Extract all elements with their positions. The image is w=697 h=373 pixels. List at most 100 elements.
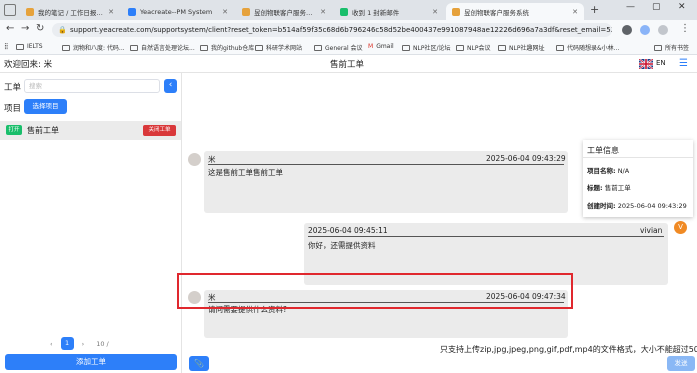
message-bubble: 米 2025-06-04 09:43:29 这是售前工单售前工单: [204, 151, 568, 213]
agent-avatar: V: [674, 221, 687, 234]
divider: [583, 157, 693, 158]
minimize-icon[interactable]: —: [626, 2, 635, 12]
window-menu-icon[interactable]: [4, 4, 16, 16]
forward-icon[interactable]: →: [21, 23, 29, 34]
close-ticket-button[interactable]: 关闭工单: [143, 125, 176, 136]
url-text: support.yeacreate.com/supportsystem/clie…: [70, 26, 612, 34]
paperclip-icon: 📎: [194, 359, 204, 368]
back-icon[interactable]: ←: [6, 23, 14, 34]
message-text: 这是售前工单售前工单: [208, 168, 283, 177]
message-time: 2025-06-04 09:45:11: [308, 226, 388, 235]
bookmark-item[interactable]: M Gmail: [368, 43, 394, 50]
tab-favicon-icon: [452, 7, 460, 16]
info-created: 创建时间: 2025-06-04 09:43:29: [587, 200, 687, 210]
select-project-button[interactable]: 选择项目: [24, 99, 67, 114]
apps-grid-icon[interactable]: ⣿: [4, 43, 8, 50]
ticket-name: 售前工单: [27, 126, 59, 135]
bookmark-label: 科研学术网站: [266, 45, 303, 52]
close-window-icon[interactable]: ✕: [678, 2, 686, 12]
chat-area: 米 2025-06-04 09:43:29 这是售前工单售前工单 2025-06…: [182, 73, 697, 373]
bookmark-item[interactable]: NLP社区/论坛: [402, 43, 450, 52]
search-input[interactable]: 搜索: [24, 79, 160, 93]
upload-hint: 只支持上传zip,jpg,jpeg,png,gif,pdf,mp4的文件格式，大…: [440, 345, 697, 354]
bookmark-label: General 会议: [325, 45, 363, 52]
bookmark-label: IELTS: [27, 43, 43, 50]
message-highlight-box: [177, 273, 573, 309]
folder-icon: [402, 44, 410, 51]
attach-file-button[interactable]: 📎: [189, 356, 209, 371]
bookmark-item[interactable]: NLP社趣网址: [498, 43, 544, 52]
browser-tab[interactable]: 昱创物联客户服务系统 ✕: [236, 3, 332, 20]
browser-tab-bar: 我的笔记 / 工作日报 / 工作归档 ✕ Yeacreate--PM Syste…: [0, 0, 697, 20]
url-field[interactable]: 🔒 support.yeacreate.com/supportsystem/cl…: [52, 23, 612, 37]
prev-page-icon[interactable]: ‹: [50, 340, 53, 348]
tab-close-icon[interactable]: ✕: [222, 8, 228, 16]
folder-icon: [130, 44, 138, 51]
bookmark-item[interactable]: 科研学术网站: [255, 43, 302, 52]
ticket-list-item[interactable]: 打开 售前工单 关闭工单: [0, 121, 181, 140]
send-button[interactable]: 发送: [667, 356, 695, 371]
tab-favicon-icon: [340, 7, 348, 16]
sidebar: 工单 搜索 ‹ 项目 选择项目 打开 售前工单 关闭工单 ‹ 1 › 10 / …: [0, 73, 182, 373]
project-label: 项目: [4, 104, 22, 114]
reload-icon[interactable]: ↻: [36, 23, 44, 34]
folder-icon: [654, 44, 662, 51]
page-size-select[interactable]: 10 /: [96, 340, 109, 348]
info-value: 售前工单: [604, 184, 631, 192]
tab-close-icon[interactable]: ✕: [572, 8, 578, 16]
browser-menu-icon[interactable]: ⋮: [680, 23, 690, 34]
new-tab-icon[interactable]: +: [590, 3, 599, 16]
next-page-icon[interactable]: ›: [82, 340, 85, 348]
address-bar-row: ← → ↻ 🔒 support.yeacreate.com/supportsys…: [0, 20, 697, 40]
support-app: 欢迎回来: 米 售前工单 EN ☰ 工单 搜索 ‹ 项目 选择项目 打开 售前工…: [0, 55, 697, 373]
browser-tab[interactable]: Yeacreate--PM System ✕: [122, 3, 234, 20]
tab-title: 昱创物联客户服务系统: [254, 8, 317, 17]
tab-favicon-icon: [128, 7, 136, 16]
extension-icon[interactable]: [640, 25, 650, 35]
bookmark-item[interactable]: 润物和八度: 代码...: [62, 43, 125, 52]
message-time: 2025-06-04 09:43:29: [486, 154, 566, 163]
tab-close-icon[interactable]: ✕: [108, 8, 114, 16]
message-divider: [208, 164, 564, 165]
bookmark-item[interactable]: General 会议: [314, 43, 363, 52]
chevron-left-icon: ‹: [168, 80, 173, 90]
add-ticket-button[interactable]: 添加工单: [5, 354, 177, 370]
browser-tab[interactable]: 我的笔记 / 工作日报 / 工作归档 ✕: [20, 3, 120, 20]
language-label[interactable]: EN: [656, 59, 666, 67]
browser-tab[interactable]: 收到 1 封新邮件 ✕: [334, 3, 444, 20]
browser-tab-active[interactable]: 昱创物联客户服务系统 ✕: [446, 3, 584, 20]
info-key: 项目名称:: [587, 167, 616, 175]
tab-close-icon[interactable]: ✕: [320, 8, 326, 16]
gmail-icon: M: [368, 43, 374, 50]
all-bookmarks[interactable]: 所有书签: [654, 43, 689, 52]
uk-flag-icon[interactable]: [639, 59, 653, 69]
tab-close-icon[interactable]: ✕: [432, 8, 438, 16]
info-value: 2025-06-04 09:43:29: [617, 202, 687, 210]
bookmark-label: NLP会议: [467, 45, 491, 52]
info-key: 标题:: [587, 184, 603, 192]
tab-title: 我的笔记 / 工作日报 / 工作归档: [38, 8, 104, 17]
lock-icon: 🔒: [58, 26, 67, 34]
status-badge: 打开: [6, 125, 22, 135]
bookmark-item[interactable]: IELTS: [16, 43, 43, 50]
folder-icon: [498, 44, 506, 51]
bookmark-label: Gmail: [376, 43, 394, 50]
tab-title: 昱创物联客户服务系统: [464, 8, 529, 17]
bookmark-item[interactable]: NLP会议: [456, 43, 490, 52]
collapse-sidebar-button[interactable]: ‹: [164, 79, 177, 93]
tab-favicon-icon: [242, 7, 250, 16]
info-title: 工单信息: [587, 146, 619, 155]
pagination: ‹ 1 › 10 /: [50, 337, 109, 350]
current-page[interactable]: 1: [60, 337, 74, 350]
info-project: 项目名称: N/A: [587, 165, 629, 175]
bookmark-item[interactable]: 代码随想录&小林...: [556, 43, 619, 52]
bookmark-item[interactable]: 自然语言处理论坛...: [130, 43, 195, 52]
hamburger-menu-icon[interactable]: ☰: [679, 58, 688, 69]
message-divider: [308, 236, 664, 237]
profile-avatar-icon[interactable]: [658, 25, 668, 35]
maximize-icon[interactable]: ▢: [652, 2, 661, 12]
bookmark-item[interactable]: 我的github仓库: [200, 43, 254, 52]
tab-title: 收到 1 封新邮件: [352, 8, 400, 17]
extension-icon[interactable]: [622, 25, 632, 35]
ticket-search-label: 工单: [4, 83, 22, 93]
